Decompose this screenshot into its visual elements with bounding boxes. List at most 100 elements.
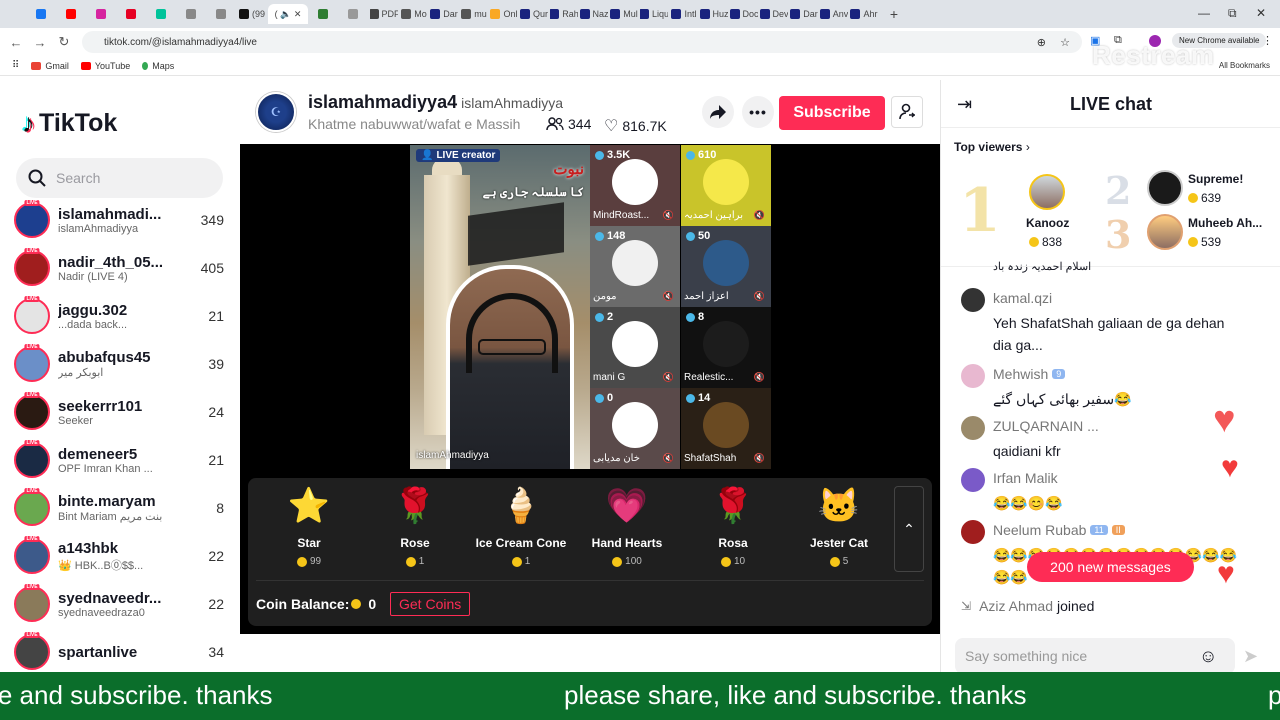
browser-tab[interactable] <box>208 4 236 24</box>
tab-close-icon[interactable]: ✕ <box>294 9 302 20</box>
guest-score-badge: 0 <box>595 392 613 404</box>
browser-tab[interactable] <box>310 4 338 24</box>
message-author: kamal.qzi <box>993 290 1052 306</box>
guest-tile[interactable]: 8 Realestic... 🔇 <box>681 307 771 388</box>
new-tab-button[interactable]: + <box>880 4 908 24</box>
search-input[interactable]: Search <box>16 158 223 198</box>
tab-audio-icon: 🔈 <box>280 8 292 19</box>
sidebar-live-creator[interactable]: LIVE nadir_4th_05... Nadir (LIVE 4) 405 <box>0 244 240 292</box>
bookmark-star-icon[interactable]: ☆ <box>1060 36 1070 49</box>
new-messages-button[interactable]: 200 new messages <box>1027 552 1194 582</box>
browser-tab-active[interactable]: ( 🔈 ✕ <box>268 4 308 24</box>
tiktok-logo[interactable]: ♪ TikTok <box>22 108 117 139</box>
top-viewers-link[interactable]: Top viewers › <box>954 140 1030 154</box>
all-bookmarks-button[interactable]: All Bookmarks <box>1219 61 1270 70</box>
browser-tab[interactable]: Mo <box>400 4 428 24</box>
expand-gifts-button[interactable]: ⌃ <box>894 486 924 572</box>
gift-item[interactable]: 🌹 Rose 1 <box>365 486 465 578</box>
emoji-icon[interactable]: ☺ <box>1199 646 1217 667</box>
address-bar[interactable]: tiktok.com/@islamahmadiyya4/live ⊕ ☆ <box>82 31 1082 53</box>
guest-tile[interactable]: 610 براہین احمدیہ 🔇 <box>681 145 771 226</box>
host-video[interactable]: نبوت کا سلسلہ جاری ہے 👤 LIVE creator isla… <box>410 145 590 469</box>
guest-tile[interactable]: 2 mani G 🔇 <box>590 307 680 388</box>
gift-item[interactable]: 🍦 Ice Cream Cone 1 <box>471 486 571 578</box>
viewer-count: 344 <box>546 116 591 132</box>
reload-icon[interactable]: ↻ <box>52 34 76 50</box>
browser-tab[interactable] <box>28 4 56 24</box>
browser-tab[interactable]: mu <box>460 4 488 24</box>
maximize-icon[interactable]: ⧉ <box>1228 6 1237 21</box>
more-options-button[interactable]: ••• <box>742 96 774 128</box>
sidebar-live-creator[interactable]: LIVE spartanlive 34 <box>0 628 240 672</box>
gift-item[interactable]: 🌹 Rosa 10 <box>683 486 783 578</box>
browser-tab[interactable]: (99 <box>238 4 266 24</box>
browser-tab[interactable]: Rah <box>550 4 578 24</box>
browser-tab[interactable]: Dar <box>790 4 818 24</box>
user-switch-button[interactable] <box>891 96 923 128</box>
sidebar-live-creator[interactable]: LIVE islamahmadi... islamAhmadiyya 349 <box>0 196 240 244</box>
browser-tab[interactable]: Huz <box>700 4 728 24</box>
browser-tab[interactable]: Dev <box>760 4 788 24</box>
zoom-icon[interactable]: ⊕ <box>1037 36 1046 49</box>
top-viewer-avatar[interactable] <box>1147 214 1183 250</box>
browser-tab-strip: (99 ( 🔈 ✕ PDF Mo Dar mu Onl Qur Rah Naz … <box>0 0 1280 28</box>
browser-tab[interactable]: Qur <box>520 4 548 24</box>
top-viewer-avatar[interactable] <box>1147 170 1183 206</box>
share-button[interactable] <box>702 96 734 128</box>
window-close-icon[interactable]: ✕ <box>1256 6 1266 20</box>
host-avatar[interactable]: ☪ <box>256 92 296 132</box>
host-name-row[interactable]: islamahmadiyya4 islamAhmadiyya <box>308 92 563 113</box>
guest-tile[interactable]: 14 ShafatShah 🔇 <box>681 388 771 469</box>
sidebar-live-creator[interactable]: LIVE syednaveedr... syednaveedraza0 22 <box>0 580 240 628</box>
bookmark-maps[interactable]: Maps <box>142 61 174 71</box>
browser-tab[interactable]: Dar <box>430 4 458 24</box>
sidebar-live-creator[interactable]: LIVE abubafqus45 ابوبکر میر 39 <box>0 340 240 388</box>
browser-tab[interactable]: Doc <box>730 4 758 24</box>
get-coins-button[interactable]: Get Coins <box>390 592 471 616</box>
chat-header: ⇥ LIVE chat <box>941 80 1280 128</box>
browser-tab[interactable]: Ahr <box>850 4 878 24</box>
sidebar-live-creator[interactable]: LIVE demeneer5 OPF Imran Khan ... 21 <box>0 436 240 484</box>
browser-tab[interactable]: Intl <box>670 4 698 24</box>
sidebar-live-creator[interactable]: LIVE jaggu.302 ...dada back... 21 <box>0 292 240 340</box>
sidebar-live-creator[interactable]: LIVE binte.maryam Bint Mariam بنت مریم 8 <box>0 484 240 532</box>
gift-item[interactable]: 🐱 Jester Cat 5 <box>789 486 889 578</box>
browser-tab[interactable] <box>88 4 116 24</box>
browser-tab[interactable] <box>148 4 176 24</box>
browser-tab[interactable]: Liqu <box>640 4 668 24</box>
person-icon: 👤 <box>421 150 434 161</box>
avatar: LIVE <box>14 440 50 478</box>
browser-tab[interactable]: Naz <box>580 4 608 24</box>
bookmark-youtube[interactable]: YouTube <box>80 61 130 71</box>
top-viewer-avatar[interactable] <box>1029 174 1065 210</box>
apps-icon[interactable]: ⠿ <box>12 60 19 71</box>
guest-tile[interactable]: 50 اعزاز احمد 🔇 <box>681 226 771 307</box>
guest-tile[interactable]: 148 مومن 🔇 <box>590 226 680 307</box>
browser-tab[interactable]: Mul <box>610 4 638 24</box>
forward-icon[interactable]: → <box>28 35 52 50</box>
back-icon[interactable]: ← <box>4 35 28 50</box>
gift-item[interactable]: 💗 Hand Hearts 100 <box>577 486 677 578</box>
bookmark-gmail[interactable]: Gmail <box>31 61 69 71</box>
browser-tab[interactable] <box>178 4 206 24</box>
guest-name: ShafatShah <box>684 453 737 464</box>
subscribe-button[interactable]: Subscribe <box>779 96 885 130</box>
browser-tab[interactable] <box>340 4 368 24</box>
browser-tab[interactable]: Anv <box>820 4 848 24</box>
browser-tab[interactable]: Onl <box>490 4 518 24</box>
partial-chat-message: اسلام احمدیہ زندہ باد <box>993 261 1092 273</box>
browser-tab[interactable] <box>58 4 86 24</box>
creator-info: seekerrr101 Seeker <box>58 398 178 427</box>
guest-tile[interactable]: 0 خان مدیابی 🔇 <box>590 388 680 469</box>
gift-item[interactable]: ⭐ Star 99 <box>259 486 359 578</box>
browser-tab[interactable]: PDF <box>370 4 398 24</box>
guest-tile[interactable]: 3.5K MindRoast... 🔇 <box>590 145 680 226</box>
send-icon[interactable]: ➤ <box>1243 646 1258 667</box>
chat-input[interactable]: Say something nice <box>955 638 1235 672</box>
sidebar-live-creator[interactable]: LIVE seekerrr101 Seeker 24 <box>0 388 240 436</box>
sidebar-live-creator[interactable]: LIVE a143hbk 👑 HBK..B⓪$$... 22 <box>0 532 240 580</box>
avatar: LIVE <box>14 632 50 670</box>
browser-tab[interactable] <box>118 4 146 24</box>
chrome-menu-icon[interactable]: ⋮ <box>1262 34 1273 47</box>
minimize-icon[interactable]: — <box>1198 6 1210 20</box>
